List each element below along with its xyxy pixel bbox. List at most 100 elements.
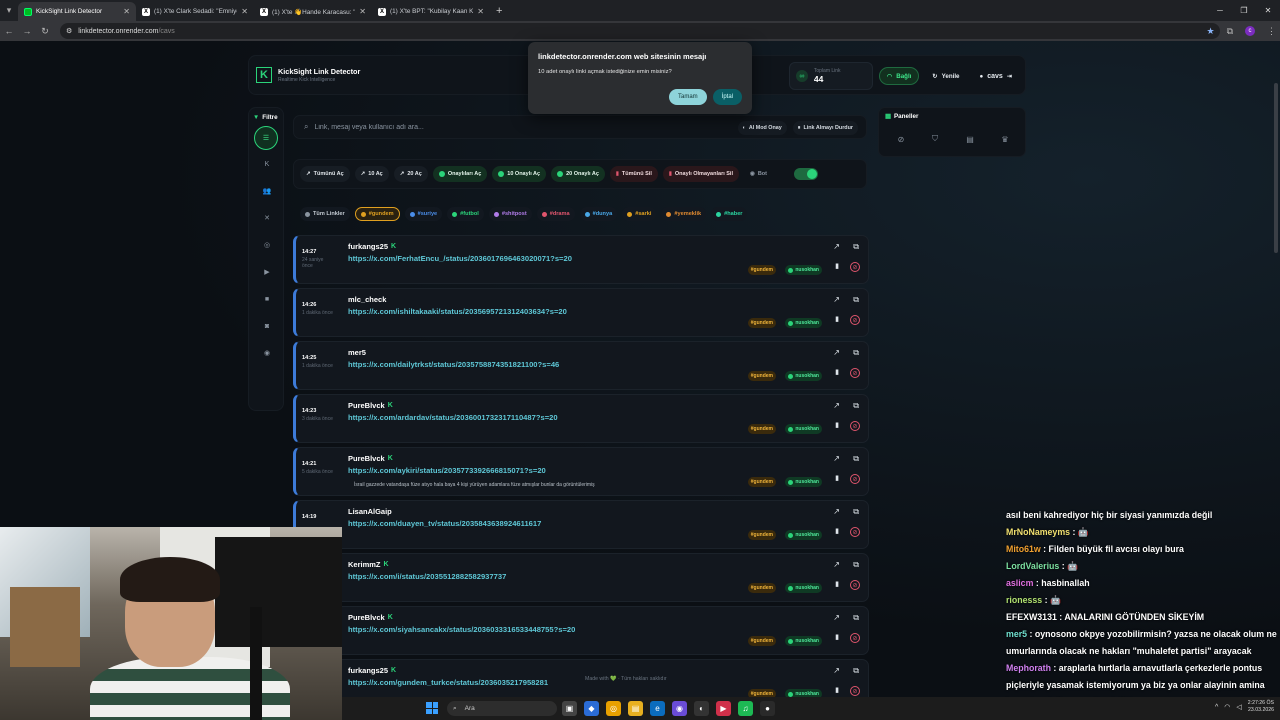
photos-icon[interactable]: ◆ bbox=[584, 701, 599, 716]
dialog-ok-button[interactable]: Tamam bbox=[668, 89, 707, 105]
copy-icon[interactable]: ⧉ bbox=[853, 666, 859, 676]
open-external-icon[interactable]: ↗ bbox=[833, 242, 840, 251]
open-external-icon[interactable]: ↗ bbox=[833, 348, 840, 357]
card-user[interactable]: KerimmZ K bbox=[348, 560, 389, 569]
filter-video-icon[interactable]: ■ bbox=[254, 289, 280, 309]
url-field[interactable]: ⚙ linkdetector.onrender.com/cavs bbox=[60, 23, 1220, 39]
maximize-icon[interactable]: ❐ bbox=[1232, 0, 1256, 21]
card-user[interactable]: PureBlvck K bbox=[348, 454, 393, 463]
list-panel-icon[interactable]: ▤ bbox=[958, 130, 982, 148]
reload-icon[interactable]: ↻ bbox=[36, 26, 54, 37]
clock[interactable]: 2:27:26 ÖS 23.03.2026 bbox=[1248, 700, 1274, 714]
open-all-button[interactable]: ↗ Tümünü Aç bbox=[300, 166, 350, 182]
volume-icon[interactable]: ◁ bbox=[1236, 703, 1241, 711]
filter-youtube-icon[interactable]: ▶ bbox=[254, 262, 280, 282]
ban-icon[interactable]: ⊘ bbox=[850, 421, 860, 431]
close-icon[interactable]: ✕ bbox=[477, 7, 484, 16]
browser-tab-1[interactable]: X (1) X'te Clark Sedadi: "Emniyet ✕ bbox=[136, 2, 254, 21]
open-external-icon[interactable]: ↗ bbox=[833, 560, 840, 569]
ban-icon[interactable]: ⊘ bbox=[850, 527, 860, 537]
logout-icon[interactable]: ⇥ bbox=[1007, 73, 1012, 80]
card-link[interactable]: https://x.com/dailytrkst/status/20357588… bbox=[348, 360, 559, 369]
ban-panel-icon[interactable]: ⊘ bbox=[889, 130, 913, 148]
card-username[interactable]: furkangs25 bbox=[348, 242, 388, 251]
profile-avatar[interactable]: c bbox=[1245, 26, 1255, 36]
card-user[interactable]: mer5 bbox=[348, 348, 366, 357]
copy-icon[interactable]: ⧉ bbox=[853, 242, 859, 252]
new-tab-icon[interactable]: + bbox=[496, 5, 502, 17]
task-view-icon[interactable]: ▣ bbox=[562, 701, 577, 716]
tag-filter-8[interactable]: #yemeklik bbox=[661, 207, 707, 221]
card-link[interactable]: https://x.com/ishiltakaaki/status/203569… bbox=[348, 307, 567, 316]
browser-menu-icon[interactable]: ⋮ bbox=[1267, 26, 1276, 37]
card-link[interactable]: https://x.com/duayen_tv/status/203584363… bbox=[348, 519, 541, 528]
dialog-cancel-button[interactable]: İptal bbox=[712, 89, 742, 105]
refresh-button[interactable]: ↻ Yenile bbox=[925, 67, 966, 85]
tray-chevron-icon[interactable]: ^ bbox=[1215, 704, 1218, 711]
tag-filter-0[interactable]: Tüm Linkler bbox=[300, 207, 350, 221]
spotify-icon[interactable]: ♫ bbox=[738, 701, 753, 716]
copy-icon[interactable]: ⧉ bbox=[853, 348, 859, 358]
open-external-icon[interactable]: ↗ bbox=[833, 401, 840, 410]
filter-all-icon[interactable]: ☰ bbox=[254, 126, 278, 150]
delete-icon[interactable]: ▮ bbox=[835, 421, 839, 429]
filter-camera-icon[interactable]: ◙ bbox=[254, 316, 280, 336]
delete-icon[interactable]: ▮ bbox=[835, 527, 839, 535]
open-external-icon[interactable]: ↗ bbox=[833, 666, 840, 675]
tag-filter-2[interactable]: #suriye bbox=[404, 207, 443, 221]
delete-icon[interactable]: ▮ bbox=[835, 633, 839, 641]
open-approved-button[interactable]: Onaylıları Aç bbox=[432, 166, 488, 182]
minimize-icon[interactable]: ─ bbox=[1208, 0, 1232, 21]
card-username[interactable]: PureBlvck bbox=[348, 454, 385, 463]
card-username[interactable]: PureBlvck bbox=[348, 613, 385, 622]
card-username[interactable]: KerimmZ bbox=[348, 560, 381, 569]
ban-icon[interactable]: ⊘ bbox=[850, 474, 860, 484]
pause-links-button[interactable]: ⏸ Link Almayı Durdur bbox=[792, 121, 858, 135]
open-10-button[interactable]: ↗ 10 Aç bbox=[354, 166, 389, 182]
tag-filter-5[interactable]: #drama bbox=[536, 207, 575, 221]
filter-instagram-icon[interactable]: ◎ bbox=[254, 235, 280, 255]
open-external-icon[interactable]: ↗ bbox=[833, 507, 840, 516]
delete-icon[interactable]: ▮ bbox=[835, 580, 839, 588]
ban-icon[interactable]: ⊘ bbox=[850, 580, 860, 590]
tab-search-icon[interactable]: ▾ bbox=[0, 0, 18, 21]
card-user[interactable]: furkangs25 K bbox=[348, 242, 396, 251]
card-user[interactable]: PureBlvck K bbox=[348, 613, 393, 622]
delete-all-button[interactable]: ▮ Tümünü Sil bbox=[609, 166, 658, 182]
close-icon[interactable]: ✕ bbox=[241, 7, 248, 16]
wifi-icon[interactable]: ◠ bbox=[1224, 703, 1230, 711]
tag-filter-3[interactable]: #futbol bbox=[447, 207, 484, 221]
card-username[interactable]: mer5 bbox=[348, 348, 366, 357]
shield-panel-icon[interactable]: ⛉ bbox=[923, 130, 947, 148]
card-user[interactable]: mlc_check bbox=[348, 295, 386, 304]
chrome-icon[interactable]: ◎ bbox=[606, 701, 621, 716]
extensions-icon[interactable]: ⧉ bbox=[1227, 26, 1233, 37]
user-menu[interactable]: ● cavs ⇥ bbox=[972, 67, 1019, 85]
close-icon[interactable]: ✕ bbox=[123, 7, 130, 16]
tag-filter-4[interactable]: #shitpost bbox=[488, 207, 532, 221]
site-info-icon[interactable]: ⚙ bbox=[66, 27, 72, 35]
ban-icon[interactable]: ⊘ bbox=[850, 633, 860, 643]
windows-start-icon[interactable] bbox=[426, 702, 438, 714]
taskbar-search[interactable]: ⌕ Ara bbox=[447, 701, 557, 716]
copy-icon[interactable]: ⧉ bbox=[853, 560, 859, 570]
card-link[interactable]: https://x.com/gundem_turkce/status/20360… bbox=[348, 678, 548, 687]
obs-icon[interactable]: ● bbox=[760, 701, 775, 716]
card-link[interactable]: https://x.com/FerhatEncu_/status/2036017… bbox=[348, 254, 572, 263]
filter-kick-icon[interactable]: K bbox=[254, 154, 280, 174]
browser-tab-3[interactable]: X (1) X'te BPT: "Kubilay Kaan Kur ✕ bbox=[372, 2, 490, 21]
card-link[interactable]: https://x.com/i/status/20355128825829377… bbox=[348, 572, 506, 581]
delete-icon[interactable]: ▮ bbox=[835, 368, 839, 376]
card-user[interactable]: furkangs25 K bbox=[348, 666, 396, 675]
tag-filter-1[interactable]: #gundem bbox=[354, 207, 400, 221]
back-icon[interactable]: ← bbox=[0, 26, 18, 36]
open-20-button[interactable]: ↗ 20 Aç bbox=[393, 166, 428, 182]
copy-icon[interactable]: ⧉ bbox=[853, 401, 859, 411]
edge-icon[interactable]: e bbox=[650, 701, 665, 716]
trophy-panel-icon[interactable]: ♛ bbox=[993, 130, 1017, 148]
tag-filter-9[interactable]: #haber bbox=[711, 207, 748, 221]
tag-filter-7[interactable]: #sarki bbox=[622, 207, 657, 221]
card-link[interactable]: https://x.com/ardardav/status/2036001732… bbox=[348, 413, 558, 422]
bookmark-star-icon[interactable]: ★ bbox=[1206, 26, 1214, 37]
card-username[interactable]: furkangs25 bbox=[348, 666, 388, 675]
